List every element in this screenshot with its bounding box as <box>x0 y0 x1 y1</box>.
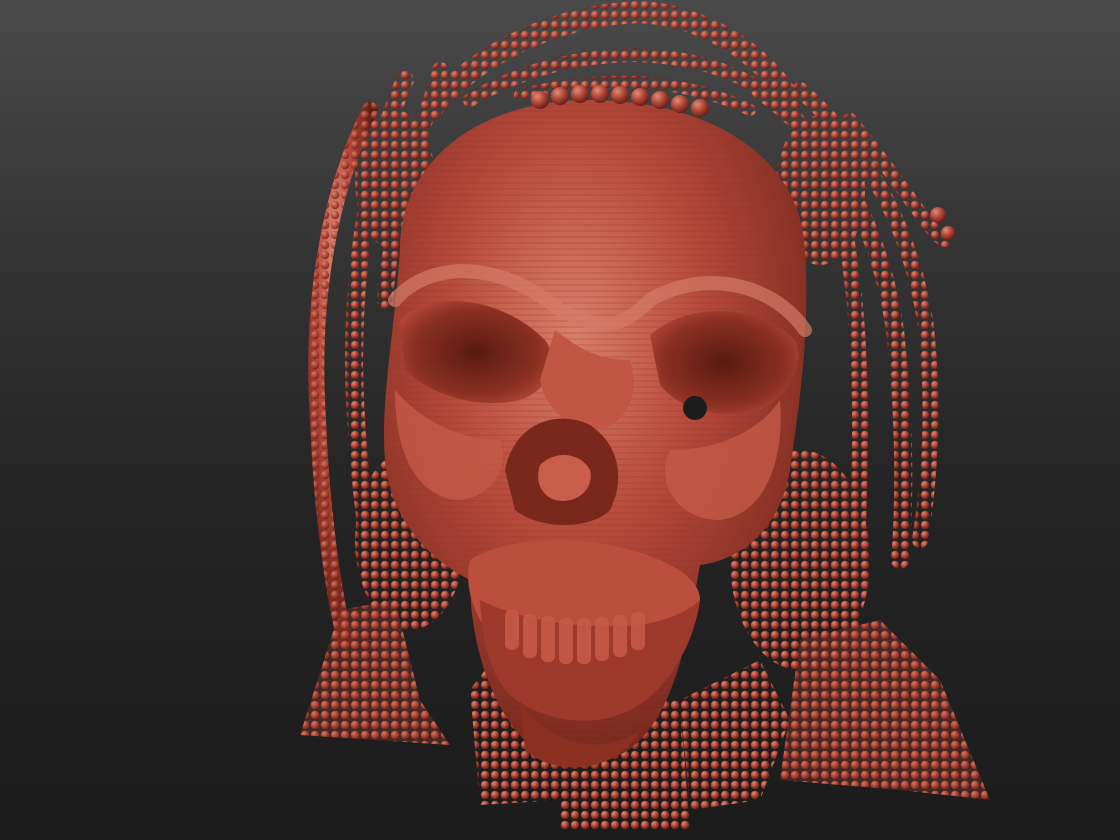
skull-head[interactable] <box>383 100 812 768</box>
sculpt-canvas[interactable] <box>0 0 1120 840</box>
3d-viewport[interactable] <box>0 0 1120 840</box>
headdress-arch <box>419 0 801 121</box>
